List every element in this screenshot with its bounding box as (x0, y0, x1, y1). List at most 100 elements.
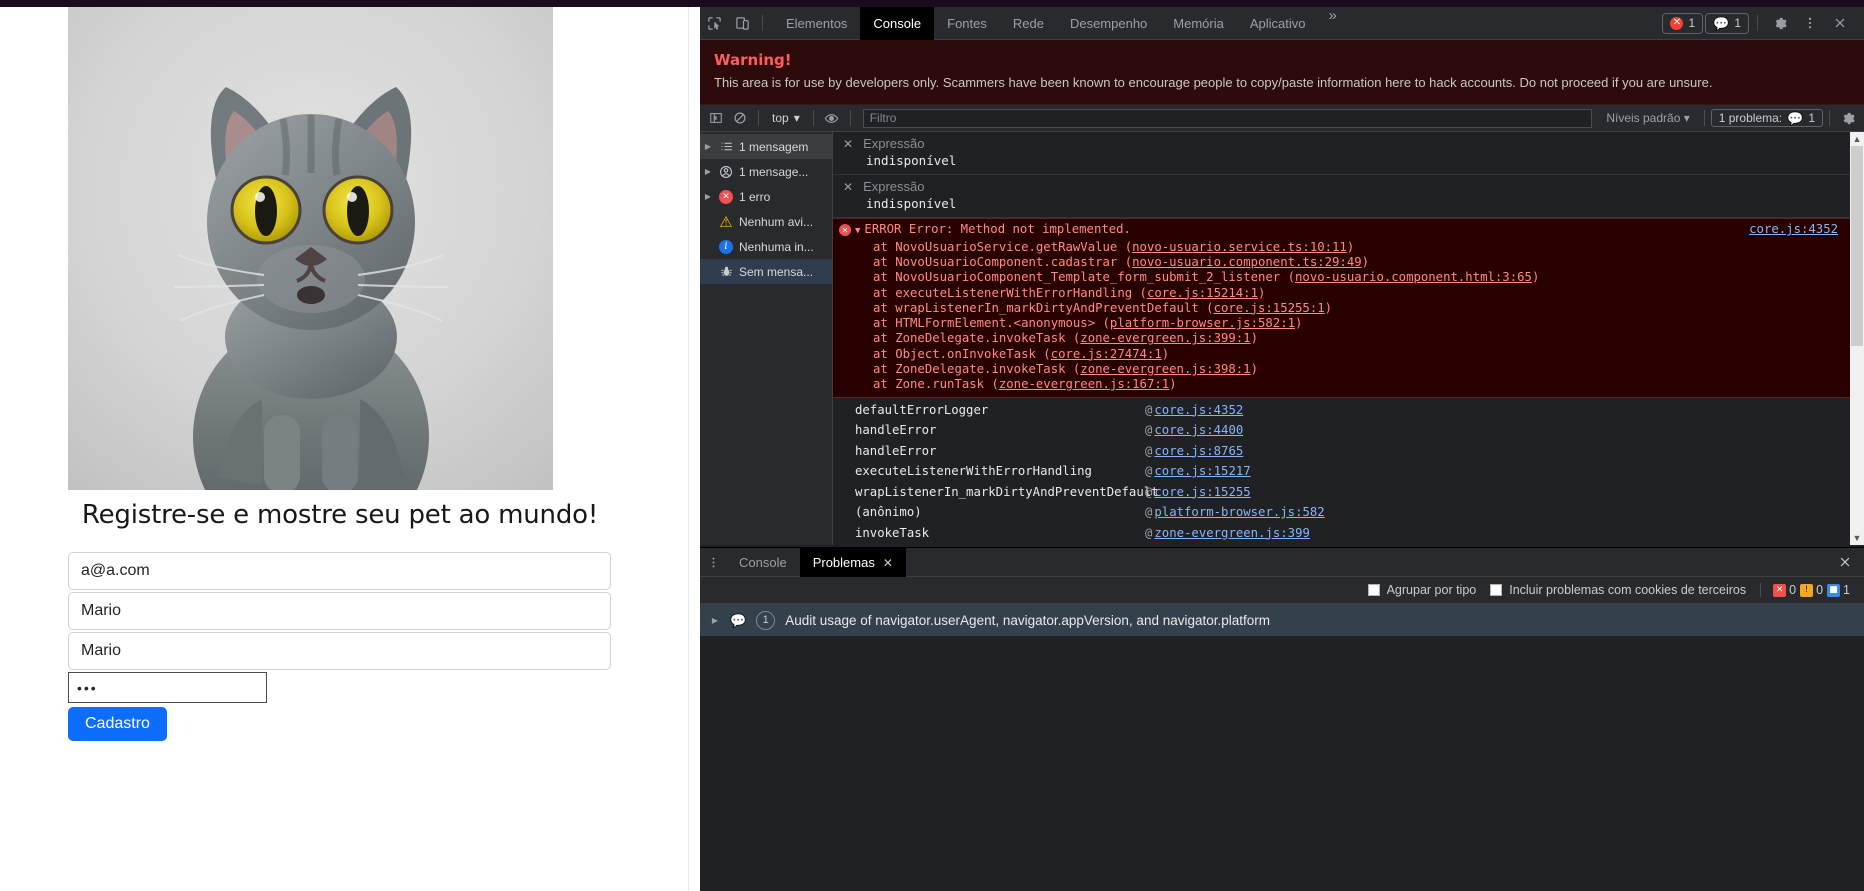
tab-aplicativo[interactable]: Aplicativo (1237, 7, 1319, 40)
devtools-tabstrip: Elementos Console Fontes Rede Desempenho… (773, 6, 1347, 40)
warning-count-value: 0 (1816, 583, 1824, 597)
console-filter-input[interactable] (862, 108, 1593, 128)
error-headline: ERROR Error: Method not implemented. (864, 222, 1131, 237)
sidebar-item-label: Sem mensa... (739, 264, 814, 279)
tab-memoria[interactable]: Memória (1160, 7, 1237, 40)
chevron-down-icon: ▾ (793, 111, 800, 126)
remove-expression-icon[interactable]: ✕ (843, 180, 853, 194)
stack-source-link[interactable]: novo-usuario.service.ts:10:11 (1132, 240, 1347, 254)
console-error-message[interactable]: core.js:4352 ✕ ▼ ERROR Error: Method not… (833, 218, 1864, 398)
scroll-down-arrow-icon[interactable]: ▼ (1853, 531, 1862, 545)
call-frame-link[interactable]: core.js:4352 (1154, 400, 1243, 421)
call-frame-row: (anônimo) @ platform-browser.js:582 (833, 502, 1864, 523)
stack-fn: ZoneDelegate.invokeTask (895, 362, 1073, 377)
call-frame-link[interactable]: core.js:4400 (1154, 420, 1243, 441)
call-frame-row: invokeTask @ zone-evergreen.js:399 (833, 523, 1864, 544)
stack-source-link[interactable]: zone-evergreen.js:167:1 (999, 377, 1169, 391)
sidebar-item-label: Nenhuma in... (739, 239, 814, 254)
problems-pill[interactable]: 1 problema: 💬 1 (1710, 109, 1823, 128)
call-frame-name: executeListenerWithErrorHandling (855, 464, 1092, 479)
stack-source-link[interactable]: platform-browser.js:582:1 (1110, 316, 1295, 330)
problem-count-info: ■ 1 (1827, 583, 1850, 597)
scroll-up-arrow-icon[interactable]: ▲ (1853, 132, 1862, 146)
web-page-viewport: Registre-se e mostre seu pet ao mundo! C… (0, 7, 688, 891)
sidebar-item-errors[interactable]: ▶ ✕ 1 erro (700, 184, 832, 209)
stack-at: at (873, 377, 896, 392)
expand-triangle-icon[interactable]: ▶ (710, 616, 720, 625)
checkbox-box[interactable] (1490, 584, 1503, 596)
tab-fontes[interactable]: Fontes (934, 7, 1000, 40)
more-tabs-icon[interactable]: » (1319, 7, 1347, 40)
expand-triangle-icon[interactable]: ▶ (703, 192, 713, 201)
tab-console[interactable]: Console (860, 6, 935, 40)
error-icon: ✕ (839, 224, 851, 237)
clear-console-icon[interactable] (728, 107, 752, 129)
live-expression-eye-icon[interactable] (820, 107, 844, 129)
drawer-kebab-icon[interactable] (700, 548, 726, 576)
log-levels-selector[interactable]: Níveis padrão ▾ (1598, 111, 1697, 125)
collapse-triangle-icon[interactable]: ▼ (855, 224, 860, 239)
issue-row[interactable]: ▶ 💬 1 Audit usage of navigator.userAgent… (700, 604, 1864, 636)
checkbox-box[interactable] (1367, 584, 1380, 596)
expand-triangle-icon[interactable]: ▶ (703, 142, 713, 151)
third-party-cookies-checkbox[interactable]: Incluir problemas com cookies de terceir… (1490, 583, 1746, 597)
close-drawer-icon[interactable] (1826, 548, 1864, 576)
call-frame-link[interactable]: core.js:15255 (1154, 482, 1250, 503)
console-settings-gear-icon[interactable] (1836, 107, 1860, 129)
gear-icon[interactable] (1766, 9, 1794, 37)
stack-source-link[interactable]: zone-evergreen.js:399:1 (1080, 331, 1250, 345)
stack-source-link[interactable]: novo-usuario.component.html:3:65 (1295, 270, 1532, 284)
drawer-tab-label: Problemas (812, 555, 875, 570)
stack-source-link[interactable]: core.js:15214:1 (1147, 286, 1258, 300)
stack-frame: at wrapListenerIn_markDirtyAndPreventDef… (873, 300, 1333, 315)
issue-text: Audit usage of navigator.userAgent, navi… (785, 612, 1271, 628)
drawer-tab-console[interactable]: Console (726, 548, 800, 577)
close-icon[interactable]: ✕ (883, 556, 893, 570)
call-frame-at: @ (1145, 443, 1153, 458)
drawer-tab-problemas[interactable]: Problemas ✕ (799, 548, 906, 577)
sidebar-item-verbose[interactable]: Sem mensa... (700, 259, 832, 285)
senha-field[interactable] (68, 672, 267, 703)
call-frame-link[interactable]: platform-browser.js:582 (1154, 502, 1324, 523)
call-frame-row: wrapListenerIn_markDirtyAndPreventDefaul… (833, 482, 1864, 503)
stack-source-link[interactable]: zone-evergreen.js:398:1 (1080, 362, 1250, 376)
tab-desempenho[interactable]: Desempenho (1057, 7, 1160, 40)
usuario-field[interactable] (68, 632, 611, 670)
drawer-content-empty (700, 636, 1864, 891)
scrollbar-thumb[interactable] (1851, 146, 1863, 347)
checkbox-label: Agrupar por tipo (1386, 583, 1477, 597)
email-field[interactable] (68, 552, 611, 590)
nome-field[interactable] (68, 592, 611, 630)
remove-expression-icon[interactable]: ✕ (843, 137, 853, 151)
sidebar-item-all-messages[interactable]: ▶ 1 mensagem (700, 134, 832, 160)
sidebar-item-info[interactable]: i Nenhuma in... (700, 234, 832, 259)
stack-source-link[interactable]: core.js:27474:1 (1051, 347, 1162, 361)
error-counter[interactable]: ✕ 1 (1662, 12, 1704, 34)
stack-source-link[interactable]: novo-usuario.component.ts:29:49 (1132, 255, 1362, 269)
device-toolbar-icon[interactable] (728, 9, 756, 37)
sidebar-item-warnings[interactable]: ⚠ Nenhum avi... (700, 209, 832, 234)
page-scrollbar[interactable] (688, 7, 700, 891)
error-source-link[interactable]: core.js:4352 (1749, 222, 1838, 237)
context-selector[interactable]: top ▾ (765, 111, 807, 125)
cadastro-button[interactable]: Cadastro (68, 707, 167, 741)
stack-source-link[interactable]: core.js:15255:1 (1214, 301, 1325, 315)
message-counter[interactable]: 💬 1 (1705, 12, 1749, 34)
expand-triangle-icon[interactable]: ▶ (703, 167, 713, 176)
toolbar-divider (762, 15, 763, 31)
stack-frame: at NovoUsuarioComponent_Template_form_su… (873, 270, 1540, 285)
inspect-element-icon[interactable] (700, 9, 728, 37)
tab-rede[interactable]: Rede (1000, 7, 1057, 40)
call-frame-link[interactable]: core.js:15217 (1154, 461, 1250, 482)
message-counter-value: 1 (1734, 16, 1741, 30)
tab-elementos[interactable]: Elementos (773, 7, 860, 40)
kebab-menu-icon[interactable] (1796, 9, 1824, 37)
close-devtools-icon[interactable] (1826, 9, 1854, 37)
group-by-type-checkbox[interactable]: Agrupar por tipo (1367, 583, 1477, 597)
sidebar-item-user-messages[interactable]: ▶ 1 mensage... (700, 159, 832, 184)
call-frame-link[interactable]: zone-evergreen.js:399 (1154, 523, 1309, 544)
console-vertical-scrollbar[interactable]: ▲ ▼ (1850, 132, 1864, 546)
console-sidebar-toggle-icon[interactable] (704, 107, 728, 129)
stack-at: at (873, 331, 896, 346)
call-frame-link[interactable]: core.js:8765 (1154, 441, 1243, 462)
